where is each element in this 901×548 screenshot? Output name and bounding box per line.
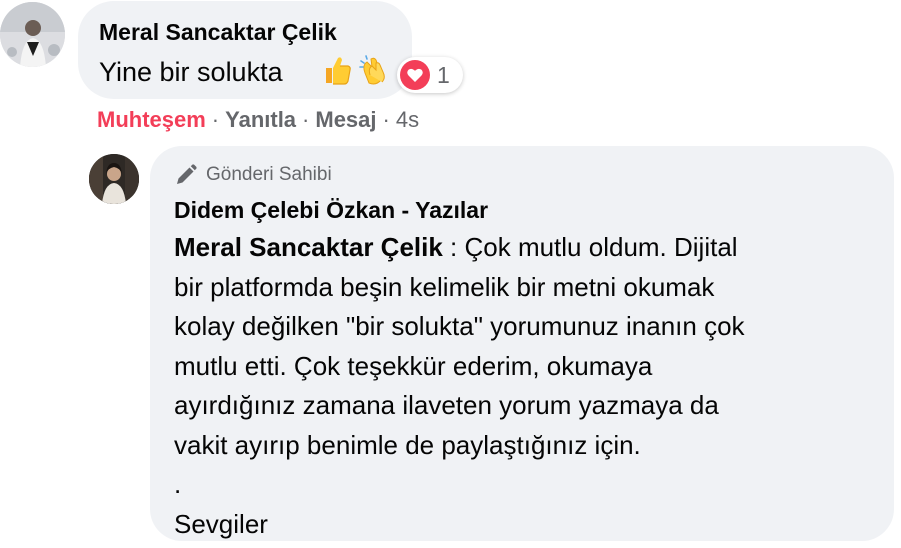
reply-line: mutlu etti. Çok teşekkür ederim, okumaya <box>174 350 653 381</box>
reply-author-avatar[interactable] <box>89 154 139 204</box>
comment-actions: Muhteşem · Yanıtla · Mesaj · 4s <box>97 106 419 134</box>
comment-timestamp[interactable]: 4s <box>396 107 419 132</box>
reaction-button[interactable]: Muhteşem <box>97 107 206 132</box>
reply-line-text: : Çok mutlu oldum. Dijital <box>442 232 738 262</box>
reply-line: . <box>174 469 182 499</box>
message-button[interactable]: Mesaj <box>315 107 376 132</box>
reaction-summary[interactable]: 1 <box>397 57 463 93</box>
reply-line: kolay değilken "bir solukta" yorumunuz i… <box>174 311 745 341</box>
separator: · <box>302 107 310 132</box>
love-reaction-icon <box>400 60 430 90</box>
reply-author-name[interactable]: Didem Çelebi Özkan - Yazılar <box>174 196 488 224</box>
clapping-hands-icon <box>359 55 385 85</box>
reaction-count: 1 <box>437 62 450 88</box>
comment-author-name[interactable]: Meral Sancaktar Çelik <box>99 18 337 46</box>
reply-line: ayırdığınız zamana ilaveten yorum yazmay… <box>174 390 719 420</box>
reply-line: Meral Sancaktar Çelik : Çok mutlu oldum.… <box>174 228 874 268</box>
comment-thread: Meral Sancaktar Çelik Yine bir solukta 1… <box>0 0 901 548</box>
reply-line: vakit ayırıp benimle de paylaştığınız iç… <box>174 429 641 460</box>
reply-line: bir platformda beşin kelimelik bir metni… <box>174 271 715 302</box>
comment-text: Yine bir solukta <box>99 57 283 87</box>
post-owner-label: Gönderi Sahibi <box>206 164 332 185</box>
thumbs-up-icon <box>326 57 351 85</box>
separator: · <box>211 107 220 132</box>
mention-link[interactable]: Meral Sancaktar Çelik <box>174 232 443 262</box>
post-owner-badge: Gönderi Sahibi <box>174 162 332 188</box>
reply-text: Meral Sancaktar Çelik : Çok mutlu oldum.… <box>174 228 874 544</box>
pencil-icon <box>177 164 197 184</box>
separator: · <box>382 107 390 132</box>
commenter-avatar[interactable] <box>0 2 65 67</box>
reply-line: Sevgiler <box>174 508 268 539</box>
reply-button[interactable]: Yanıtla <box>225 107 296 132</box>
